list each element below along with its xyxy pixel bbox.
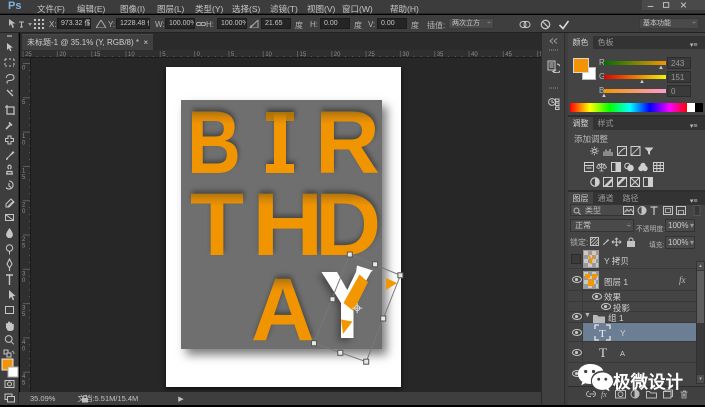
svg-text:0: 0 — [22, 209, 26, 215]
svg-text:5: 5 — [22, 175, 26, 181]
svg-text:0: 0 — [22, 66, 26, 72]
svg-text:4: 4 — [22, 340, 26, 346]
svg-text:5: 5 — [22, 312, 26, 318]
svg-text:3: 3 — [22, 306, 26, 312]
svg-text:T: T — [599, 328, 606, 340]
svg-text:2: 2 — [22, 237, 26, 243]
svg-text:0: 0 — [22, 278, 26, 284]
svg-text:5: 5 — [22, 244, 26, 250]
svg-text:5: 5 — [22, 381, 26, 387]
svg-text:3: 3 — [22, 271, 26, 277]
svg-text:2: 2 — [22, 203, 26, 209]
svg-text:1: 1 — [22, 134, 26, 140]
svg-text:0: 0 — [22, 346, 26, 352]
svg-text:4: 4 — [22, 374, 26, 380]
svg-text:5: 5 — [22, 100, 26, 106]
svg-text:0: 0 — [22, 141, 26, 147]
svg-text:Y: Y — [587, 252, 596, 267]
svg-text:1: 1 — [22, 168, 26, 174]
